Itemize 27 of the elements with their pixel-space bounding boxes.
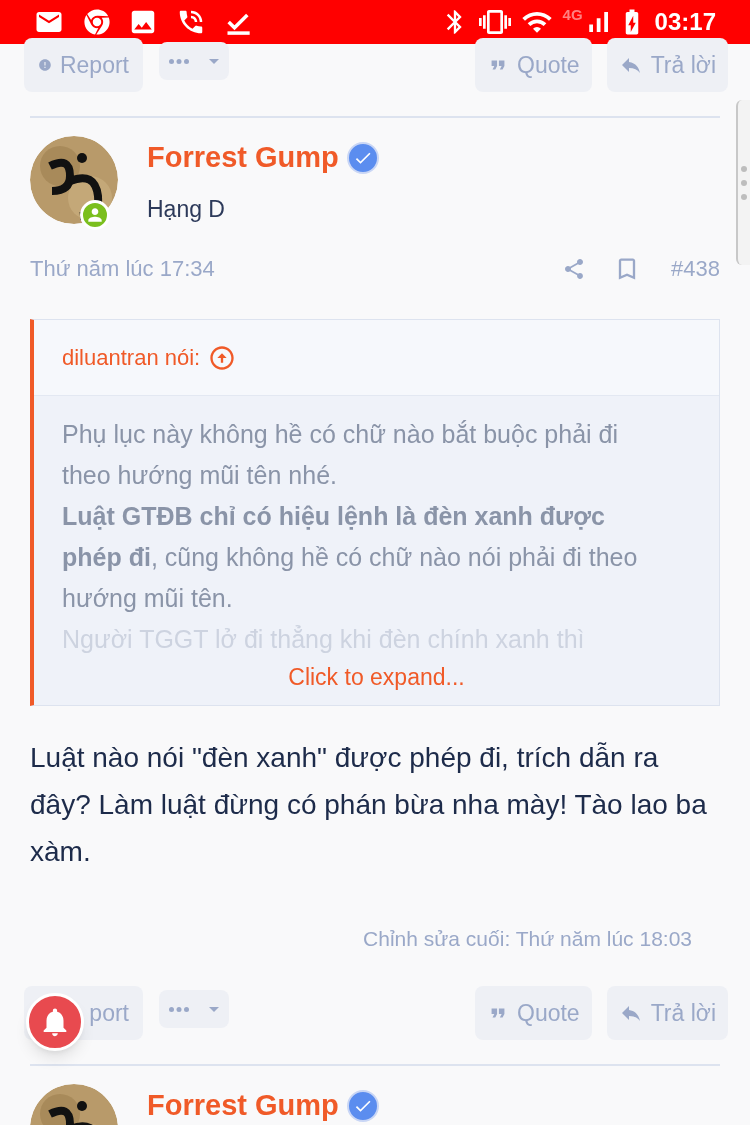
quote-button[interactable]: Quote: [475, 986, 592, 1040]
jump-up-icon: [208, 343, 237, 372]
network-type: 4G: [562, 5, 583, 25]
reply-button[interactable]: Trả lời: [606, 38, 728, 92]
user-rank: Hạng D: [147, 194, 226, 224]
browser-icon: [84, 9, 110, 35]
expand-link[interactable]: Click to expand...: [288, 660, 465, 695]
caret-icon: [209, 1006, 219, 1012]
quote-button[interactable]: Quote: [475, 38, 592, 92]
more-menu-button[interactable]: [159, 990, 229, 1028]
more-icon: [169, 58, 189, 64]
post-body: Luật nào nói "đèn xanh" được phép đi, trích dẫn ra đây? Làm luật đừng có phán bừa nha mày! Tào lao ba xàm.: [29, 740, 708, 869]
author-name[interactable]: Forrest Gump: [147, 1084, 339, 1125]
author-name[interactable]: Forrest Gump: [147, 136, 339, 180]
post-number[interactable]: #438: [671, 252, 720, 285]
quote-paragraph: Phụ lục này không hề có chữ nào bắt buộc phải đi theo hướng mũi tên nhé.: [62, 419, 620, 491]
quote-author[interactable]: diluantran nói:: [62, 341, 201, 374]
more-menu-button[interactable]: [159, 42, 229, 80]
reply-button[interactable]: Trả lời: [606, 986, 728, 1040]
clock: 03:17: [654, 7, 716, 37]
edited-note: Chỉnh sửa cuối: Thứ năm lúc 18:03: [363, 925, 692, 952]
quote-paragraph: Luật GTĐB chỉ có hiệu lệnh là đèn xanh được phép đi, cũng không hề có chữ nào nói phải đi theo hướng mũi tên.: [62, 501, 639, 614]
post-date[interactable]: Thứ năm lúc 17:34: [30, 252, 215, 285]
edge-panel-handle[interactable]: [736, 100, 750, 265]
report-button[interactable]: Report: [24, 38, 143, 92]
caret-icon: [209, 58, 219, 64]
more-icon: [169, 1006, 189, 1012]
